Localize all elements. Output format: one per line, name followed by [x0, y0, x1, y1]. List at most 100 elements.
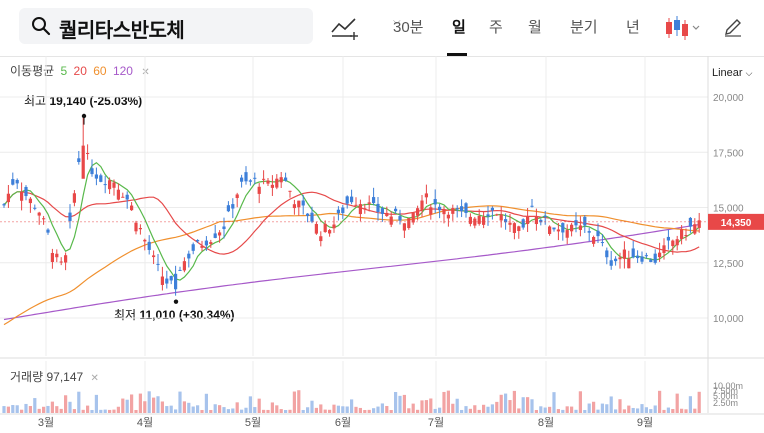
volume-bar	[477, 409, 481, 413]
candle-body	[328, 230, 332, 234]
candle-body	[570, 224, 574, 232]
volume-bar	[262, 409, 266, 413]
candle-body	[275, 178, 279, 188]
candle-body	[640, 256, 644, 262]
period-week[interactable]: 주	[489, 16, 503, 37]
candle-body	[345, 196, 349, 204]
volume-bar	[46, 405, 50, 413]
volume-bar	[55, 406, 59, 413]
candle-body	[490, 207, 494, 211]
ma60-line	[3, 205, 700, 326]
candle-body	[442, 209, 446, 215]
volume-bar	[631, 407, 635, 413]
candle-body	[270, 184, 274, 188]
volume-bar	[460, 409, 464, 413]
candle-body	[209, 242, 213, 244]
candle-body	[33, 207, 37, 209]
period-day[interactable]: 일	[452, 16, 466, 37]
volume-bar	[464, 406, 468, 413]
volume-bar	[618, 399, 622, 413]
candle-body	[24, 186, 28, 197]
volume-bar	[182, 401, 186, 413]
volume-bar	[226, 409, 230, 413]
volume-bar	[627, 405, 631, 413]
volume-bar	[270, 402, 274, 413]
volume-bar	[424, 400, 428, 413]
candle-body	[59, 261, 63, 263]
candle-body	[266, 180, 270, 184]
volume-bar	[438, 407, 442, 413]
candle-body	[6, 193, 10, 203]
candle-body	[323, 223, 327, 233]
volume-bar	[301, 409, 305, 413]
candle-body	[121, 196, 125, 198]
candle-body	[438, 206, 442, 211]
candle-body	[310, 212, 314, 222]
volume-bar	[178, 391, 182, 413]
candle-body	[530, 205, 534, 207]
volume-bar	[644, 407, 648, 413]
candle-body	[231, 204, 235, 209]
volume-bar	[20, 409, 24, 413]
volume-bar	[15, 405, 19, 413]
volume-bar	[482, 404, 486, 413]
candle-body	[50, 252, 54, 262]
candle-body	[81, 145, 85, 179]
volume-bar	[130, 394, 134, 413]
candle-body	[15, 179, 19, 184]
candle-body	[103, 184, 107, 186]
candle-body	[543, 216, 547, 218]
volume-bar	[235, 402, 239, 413]
candle-body	[108, 180, 112, 190]
compare-chart-icon[interactable]	[330, 14, 360, 40]
period-year[interactable]: 년	[626, 16, 640, 37]
candle-body	[376, 203, 380, 212]
candle-body	[64, 255, 68, 263]
candle-body	[411, 212, 415, 223]
price-tick-label: 12,500	[713, 259, 744, 270]
period-quarter[interactable]: 분기	[570, 16, 598, 37]
candle-body	[28, 198, 32, 204]
candle-body	[244, 172, 248, 182]
price-chart[interactable]: 20,000 17,500 15,000 12,500 10,000 3월 4월 5월 6월 7월…	[0, 56, 764, 433]
volume-bar	[112, 409, 116, 413]
candle-body	[653, 253, 657, 263]
volume-bar	[332, 404, 336, 413]
volume-bar	[244, 407, 248, 413]
volume-bar	[279, 409, 283, 413]
period-month[interactable]: 월	[528, 16, 542, 37]
candle-body	[512, 223, 516, 233]
candle-body	[257, 186, 261, 194]
candle-body	[222, 226, 226, 230]
candle-body	[152, 255, 156, 258]
volume-bar	[636, 408, 640, 413]
candlestick-type-icon[interactable]	[664, 14, 702, 42]
candle-body	[178, 269, 182, 271]
candle-body	[548, 226, 552, 234]
candle-body	[433, 199, 437, 205]
stock-search[interactable]: 퀄리타스반도체	[19, 8, 313, 44]
volume-bar	[240, 409, 244, 413]
candle-body	[191, 244, 195, 251]
volume-bar	[490, 404, 494, 413]
volume-bar	[81, 409, 85, 413]
candle-body	[477, 216, 481, 224]
candle-body	[429, 207, 433, 215]
volume-bar	[675, 393, 679, 413]
draw-pencil-icon[interactable]	[722, 16, 744, 38]
candle-body	[204, 240, 208, 246]
volume-bar	[6, 406, 10, 413]
volume-bar	[231, 408, 235, 413]
volume-bar	[59, 408, 63, 413]
volume-bar	[446, 390, 450, 413]
volume-bar	[200, 409, 204, 413]
candle-body	[11, 179, 15, 185]
search-icon[interactable]	[31, 16, 51, 36]
candle-body	[301, 200, 305, 206]
top-toolbar: 퀄리타스반도체 30분 ⌵ 일 주 월 분기 년	[0, 0, 764, 57]
candle-body	[42, 218, 46, 220]
volume-bar	[2, 406, 6, 413]
volume-bar	[539, 406, 543, 413]
candle-body	[499, 214, 503, 221]
volume-bar	[152, 397, 156, 413]
